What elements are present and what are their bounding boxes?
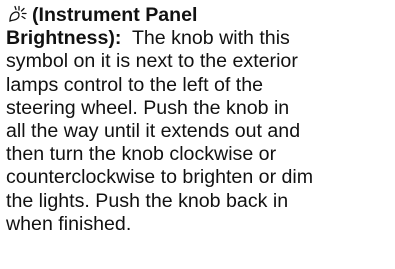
instrument-panel-brightness-icon	[6, 4, 28, 24]
body-line: the lights. Push the knob back in	[6, 189, 289, 212]
heading-line-2: Brightness): The knob with this	[6, 27, 392, 50]
body-line: then turn the knob clockwise or	[6, 143, 277, 166]
body-line: all the way until it extends out and	[6, 120, 301, 143]
body-text-start: The knob with this	[121, 27, 290, 50]
body-line: counterclockwise to brighten or dim	[6, 166, 314, 189]
heading-text-2: Brightness):	[6, 27, 122, 50]
body-line: symbol on it is next to the exterior	[6, 50, 298, 73]
heading-text-1: (Instrument Panel	[32, 4, 198, 26]
brightness-paragraph: (Instrument Panel Brightness): The knob …	[6, 4, 392, 236]
heading-line-1: (Instrument Panel	[6, 4, 392, 27]
body-line: steering wheel. Push the knob in	[6, 96, 290, 119]
body-line: lamps control to the left of the	[6, 73, 264, 96]
body-line: when finished.	[6, 212, 132, 235]
